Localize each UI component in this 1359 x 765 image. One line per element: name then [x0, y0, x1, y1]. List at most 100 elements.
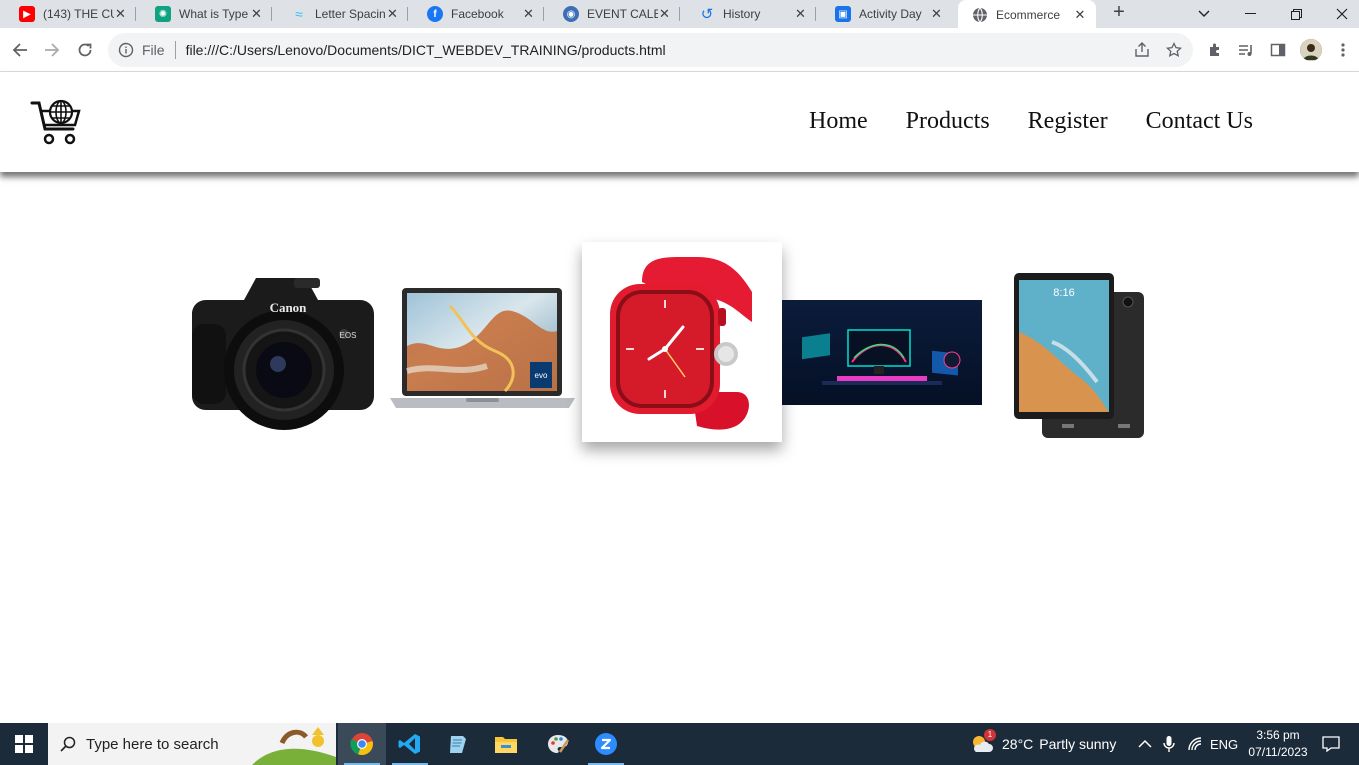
taskbar-search[interactable]: Type here to search	[48, 723, 336, 765]
youtube-icon: ▶	[19, 6, 35, 22]
taskbar-file-explorer[interactable]	[482, 723, 530, 765]
weather-badge: 1	[984, 729, 996, 741]
paint-palette-icon	[548, 735, 570, 753]
tablet-time-text: 8:16	[1053, 287, 1074, 299]
microphone-button[interactable]	[1163, 723, 1175, 765]
tab-title: Facebook	[451, 7, 504, 21]
taskbar-vscode[interactable]	[386, 723, 434, 765]
show-hidden-icons-button[interactable]	[1138, 723, 1152, 765]
windows-logo-icon	[15, 735, 33, 753]
kebab-menu-icon	[1341, 43, 1345, 57]
taskbar: Type here to search 1 28°C Partly sunny …	[0, 723, 1359, 765]
close-icon[interactable]: ✕	[930, 6, 943, 22]
close-icon[interactable]: ✕	[522, 6, 535, 22]
taskbar-clock[interactable]: 3:56 pm 07/11/2023	[1242, 727, 1314, 761]
address-bar[interactable]: File file:///C:/Users/Lenovo/Documents/D…	[108, 33, 1193, 67]
close-icon[interactable]: ✕	[794, 6, 807, 22]
browser-tab[interactable]: ↺ History ✕	[680, 0, 816, 28]
partly-sunny-icon: 1	[970, 729, 996, 756]
share-icon[interactable]	[1133, 41, 1151, 59]
taskbar-chrome[interactable]	[338, 723, 386, 765]
nav-contact-us[interactable]: Contact Us	[1146, 108, 1253, 135]
wifi-icon	[1188, 737, 1202, 751]
nav-register[interactable]: Register	[1028, 108, 1108, 135]
browser-toolbar: File file:///C:/Users/Lenovo/Documents/D…	[0, 28, 1359, 72]
scheme-label: File	[142, 42, 165, 58]
profile-avatar[interactable]	[1300, 39, 1322, 61]
minimize-button[interactable]	[1227, 0, 1273, 28]
side-panel-button[interactable]	[1268, 40, 1288, 60]
product-gaming-setup[interactable]	[782, 300, 982, 405]
language-label: ENG	[1210, 736, 1239, 752]
browser-tab[interactable]: ≈ Letter Spacin ✕	[272, 0, 408, 28]
search-placeholder: Type here to search	[86, 735, 219, 753]
tab-search-button[interactable]	[1181, 0, 1227, 28]
tab-strip: ▶ (143) THE CU ✕ ✺ What is Type ✕ ≈ Lett…	[0, 0, 1359, 30]
search-highlight-illustration-icon	[252, 727, 336, 765]
taskbar-paint[interactable]	[534, 723, 582, 765]
browser-tab-active[interactable]: Ecommerce ✕	[958, 0, 1096, 30]
tailwind-icon: ≈	[295, 6, 303, 22]
nav-products[interactable]: Products	[906, 108, 990, 135]
url-text[interactable]: file:///C:/Users/Lenovo/Documents/DICT_W…	[186, 42, 666, 58]
restore-button[interactable]	[1273, 0, 1319, 28]
close-window-button[interactable]	[1319, 0, 1359, 28]
reload-button[interactable]	[73, 38, 97, 62]
weather-widget[interactable]: 1 28°C Partly sunny	[970, 723, 1116, 765]
back-button[interactable]	[8, 38, 32, 62]
browser-tab[interactable]: f Facebook ✕	[408, 0, 544, 28]
chevron-up-icon	[1138, 739, 1152, 748]
main-nav: Home Products Register Contact Us	[809, 108, 1253, 135]
folder-icon	[495, 737, 517, 753]
menu-button[interactable]	[1333, 40, 1353, 60]
browser-tab[interactable]: ▣ Activity Day ✕	[816, 0, 952, 28]
clock-time: 3:56 pm	[1256, 728, 1300, 742]
site-header: Home Products Register Contact Us	[0, 72, 1359, 172]
extensions-button[interactable]	[1205, 40, 1225, 60]
bookmark-star-icon[interactable]	[1165, 41, 1183, 59]
tab-title: (143) THE CU	[43, 7, 114, 21]
history-icon: ↺	[700, 6, 714, 23]
product-camera[interactable]: Canon EOS	[186, 274, 378, 434]
browser-tab[interactable]: ▶ (143) THE CU ✕	[0, 0, 136, 28]
playlist-icon	[1239, 45, 1252, 56]
nav-home[interactable]: Home	[809, 108, 868, 135]
microphone-icon	[1163, 736, 1175, 752]
tab-title: What is Type	[179, 7, 249, 21]
close-icon[interactable]: ✕	[386, 6, 399, 22]
arrow-right-icon	[45, 43, 60, 57]
side-panel-icon	[1270, 43, 1286, 57]
close-icon[interactable]: ✕	[114, 6, 127, 22]
info-icon[interactable]	[118, 42, 134, 58]
close-icon[interactable]: ✕	[1073, 7, 1087, 23]
product-smartwatch[interactable]	[582, 242, 782, 442]
chevron-down-icon	[1198, 10, 1210, 17]
browser-tab[interactable]: ◉ EVENT CALE ✕	[544, 0, 680, 28]
arrow-left-icon	[12, 43, 27, 57]
vscode-icon	[398, 734, 420, 754]
close-icon[interactable]: ✕	[658, 6, 671, 22]
camera-model-text: EOS	[340, 331, 357, 340]
close-icon[interactable]: ✕	[250, 6, 263, 22]
weather-temp: 28°C	[1002, 736, 1034, 752]
media-control-button[interactable]	[1236, 40, 1256, 60]
forward-button[interactable]	[40, 38, 64, 62]
product-laptop[interactable]: evo	[390, 286, 575, 414]
product-tablet[interactable]: 8:16	[1012, 272, 1146, 440]
globe-icon	[972, 7, 988, 23]
weather-condition: Partly sunny	[1039, 736, 1117, 752]
tab-title: EVENT CALE	[587, 7, 658, 21]
browser-tab[interactable]: ✺ What is Type ✕	[136, 0, 272, 28]
notification-center-button[interactable]	[1322, 723, 1340, 765]
new-tab-button[interactable]: +	[1108, 2, 1130, 24]
taskbar-notepad[interactable]	[434, 723, 482, 765]
start-button[interactable]	[0, 723, 48, 765]
tab-title: Activity Day	[859, 7, 922, 21]
notification-icon	[1322, 736, 1340, 752]
facebook-icon: f	[427, 6, 443, 22]
taskbar-zoom[interactable]	[582, 723, 630, 765]
network-button[interactable]	[1187, 723, 1203, 765]
language-indicator[interactable]: ENG	[1210, 723, 1238, 765]
cart-globe-logo-icon[interactable]	[30, 97, 84, 147]
event-icon: ◉	[563, 6, 579, 22]
